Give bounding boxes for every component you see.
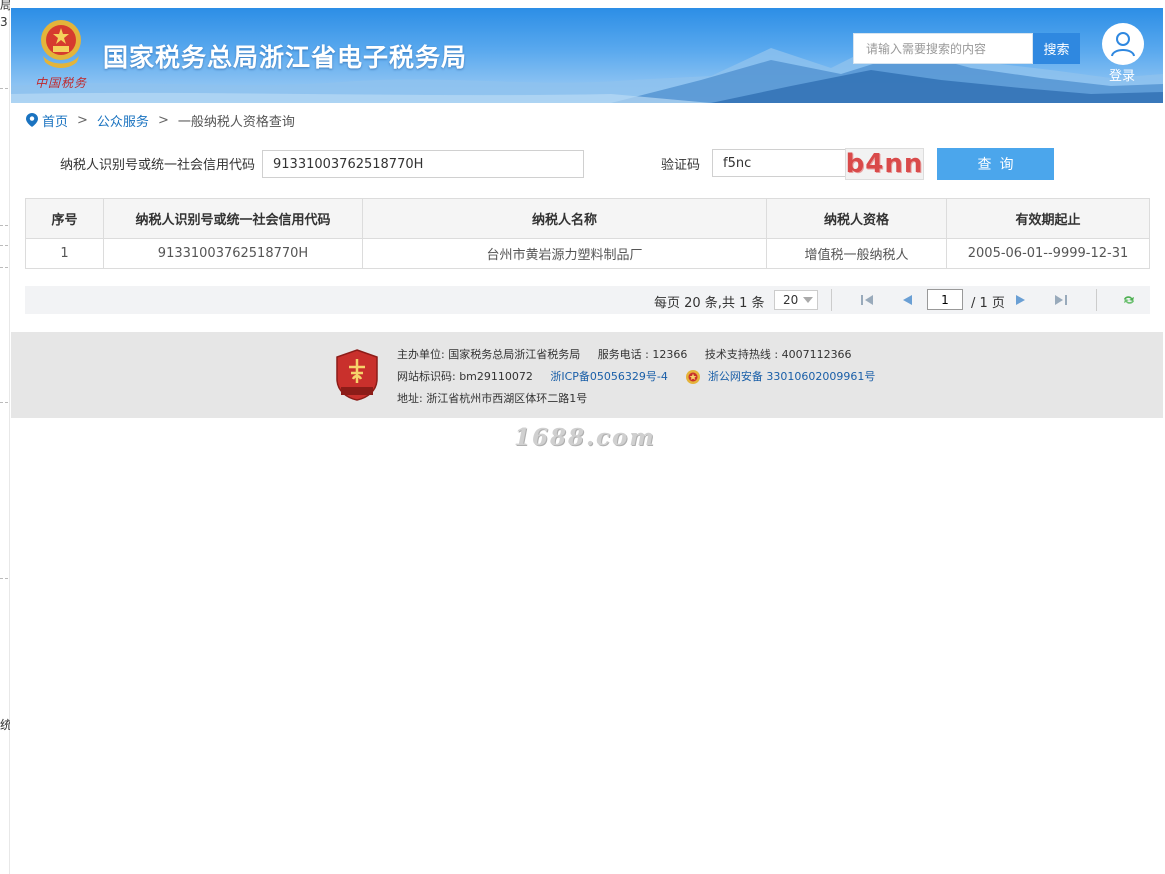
footer-site-id: 网站标识码: bm29110072 — [397, 370, 533, 383]
left-gutter: 局 3 统 — [0, 0, 10, 874]
pager-divider — [831, 289, 832, 311]
user-icon — [1111, 32, 1135, 57]
site-header: 中国税务 国家税务总局浙江省电子税务局 搜索 登录 — [11, 8, 1163, 103]
next-page-icon — [1016, 295, 1025, 305]
pagination-info: 每页 20 条,共 1 条 — [654, 296, 765, 311]
pagination-bar: 每页 20 条,共 1 条 20 / 1 页 — [25, 286, 1150, 314]
gutter-tick — [0, 267, 8, 268]
captcha-label: 验证码 — [661, 158, 701, 173]
results-table: 序号 纳税人识别号或统一社会信用代码 纳税人名称 纳税人资格 有效期起止 1 9… — [25, 198, 1150, 269]
table-header-row: 序号 纳税人识别号或统一社会信用代码 纳税人名称 纳税人资格 有效期起止 — [25, 198, 1150, 239]
breadcrumb-separator: > — [77, 112, 88, 128]
first-page-icon — [861, 295, 873, 305]
col-header-qualification: 纳税人资格 — [766, 198, 947, 239]
footer-sponsor: 主办单位: 国家税务总局浙江省税务局 — [397, 348, 581, 361]
table-row[interactable]: 1 91331003762518770H 台州市黄岩源力塑料制品厂 增值税一般纳… — [25, 238, 1150, 269]
prev-page-button[interactable] — [899, 293, 915, 307]
col-header-taxpayer-name: 纳税人名称 — [362, 198, 767, 239]
gutter-fragment: 局 — [0, 0, 10, 12]
page-size-value: 20 — [783, 293, 799, 307]
last-page-icon — [1055, 295, 1067, 305]
breadcrumb-separator: > — [157, 112, 169, 128]
col-header-taxpayer-id: 纳税人识别号或统一社会信用代码 — [103, 198, 363, 239]
cell-taxpayer-name: 台州市黄岩源力塑料制品厂 — [362, 238, 767, 269]
footer-icp-link[interactable]: 浙ICP备05056329号-4 — [550, 370, 668, 383]
captcha-input[interactable] — [712, 149, 846, 177]
first-page-button[interactable] — [859, 293, 875, 307]
prev-page-icon — [903, 295, 912, 305]
search-input[interactable] — [853, 33, 1033, 64]
cell-qualification: 增值税一般纳税人 — [766, 238, 947, 269]
breadcrumb-home-link[interactable]: 首页 — [42, 111, 68, 130]
query-button[interactable]: 查询 — [937, 148, 1054, 180]
footer-service-phone: 服务电话 : 12366 — [597, 348, 688, 361]
gutter-fragment: 3 — [0, 15, 8, 29]
gutter-fragment: 统 — [0, 718, 10, 732]
login-link[interactable]: 登录 — [1109, 65, 1135, 84]
next-page-button[interactable] — [1013, 293, 1029, 307]
captcha-image-text: b4nn — [845, 149, 924, 179]
police-badge-icon — [686, 370, 701, 384]
refresh-icon — [1124, 296, 1134, 304]
gutter-tick — [0, 578, 8, 579]
watermark: 1688.com — [514, 424, 656, 451]
footer-line-3: 地址: 浙江省杭州市西湖区体环二路1号 — [397, 390, 587, 406]
location-pin-icon — [26, 113, 38, 127]
footer-line-1: 主办单位: 国家税务总局浙江省税务局 服务电话 : 12366 技术支持热线 :… — [397, 346, 852, 362]
breadcrumb-current: 一般纳税人资格查询 — [177, 114, 295, 130]
cell-taxpayer-id: 91331003762518770H — [103, 238, 363, 269]
cell-validity: 2005-06-01--9999-12-31 — [946, 238, 1150, 269]
page-container: 中国税务 国家税务总局浙江省电子税务局 搜索 登录 首页 > 公众服务 > 一般… — [11, 8, 1163, 874]
taxpayer-id-label: 纳税人识别号或统一社会信用代码 — [60, 158, 256, 173]
taxpayer-id-input[interactable] — [262, 150, 584, 178]
gutter-tick — [0, 402, 8, 403]
pager-divider — [1096, 289, 1097, 311]
col-header-index: 序号 — [25, 198, 104, 239]
gutter-tick — [0, 88, 8, 89]
site-footer: 主办单位: 国家税务总局浙江省税务局 服务电话 : 12366 技术支持热线 :… — [11, 332, 1163, 418]
breadcrumb: 首页 > 公众服务 > 一般纳税人资格查询 — [26, 111, 295, 130]
refresh-button[interactable] — [1121, 293, 1137, 307]
footer-police-record-link[interactable]: 浙公网安备 33010602009961号 — [708, 370, 875, 383]
search-button[interactable]: 搜索 — [1033, 33, 1080, 64]
page-size-select[interactable]: 20 — [774, 290, 818, 310]
gutter-tick — [0, 245, 8, 246]
chevron-down-icon — [803, 297, 813, 303]
captcha-image[interactable]: b4nn — [845, 148, 924, 180]
tax-emblem-icon — [41, 20, 81, 68]
breadcrumb-public-services-link[interactable]: 公众服务 — [97, 111, 149, 130]
footer-line-2: 网站标识码: bm29110072 浙ICP备05056329号-4 浙公网安备… — [397, 368, 875, 385]
site-title: 国家税务总局浙江省电子税务局 — [103, 43, 468, 72]
last-page-button[interactable] — [1053, 293, 1069, 307]
party-government-badge-icon[interactable] — [336, 349, 378, 401]
cell-index: 1 — [25, 238, 104, 269]
col-header-validity: 有效期起止 — [946, 198, 1150, 239]
total-pages: / 1 页 — [971, 296, 1005, 311]
footer-address: 地址: 浙江省杭州市西湖区体环二路1号 — [397, 392, 588, 405]
logo-subtitle: 中国税务 — [35, 76, 88, 90]
user-avatar-icon[interactable] — [1102, 23, 1144, 65]
gutter-tick — [0, 225, 8, 226]
footer-tech-hotline: 技术支持热线 : 4007112366 — [704, 348, 852, 361]
current-page-input[interactable] — [927, 289, 963, 310]
